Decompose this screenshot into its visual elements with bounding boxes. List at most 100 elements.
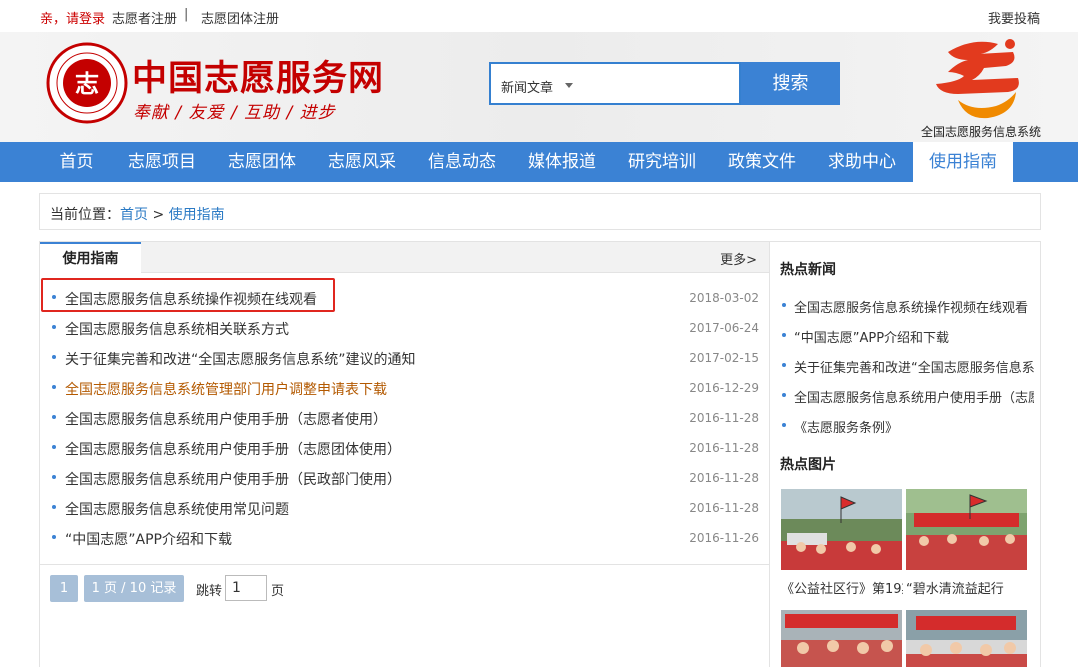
hot-news-item[interactable]: 关于征集完善和改进“全国志愿服务信息系 — [780, 354, 1035, 384]
page-button-current[interactable]: 1 — [50, 575, 78, 602]
list-item[interactable]: 全国志愿服务信息系统用户使用手册（志愿者使用） 2016-11-28 — [40, 403, 769, 433]
svg-text:志: 志 — [75, 70, 99, 98]
hot-news-item[interactable]: 全国志愿服务信息系统用户使用手册（志愿 — [780, 384, 1035, 414]
list-item-title[interactable]: 关于征集完善和改进“全国志愿服务信息系统”建议的通知 — [65, 349, 416, 369]
list-item-date: 2016-11-28 — [689, 441, 759, 455]
login-link[interactable]: 亲，请登录 — [40, 8, 105, 27]
list-item-title[interactable]: 全国志愿服务信息系统管理部门用户调整申请表下载 — [65, 379, 387, 399]
nav-research[interactable]: 研究培训 — [612, 142, 712, 182]
volunteer-emblem-logo[interactable]: 志 — [46, 42, 128, 124]
hot-photo-image[interactable] — [906, 610, 1027, 667]
site-header: 志 中国志愿服务网 奉献 / 友爱 / 互助 / 进步 新闻文章 搜索 全国志愿… — [0, 32, 1078, 142]
hot-news-item[interactable]: “中国志愿”APP介绍和下载 — [780, 324, 1035, 354]
bullet-icon — [52, 325, 56, 329]
hot-photo-caption[interactable]: 《公益社区行》第19期 — [781, 578, 903, 597]
breadcrumb-home[interactable]: 首页 — [120, 207, 148, 223]
breadcrumb-prefix: 当前位置： — [50, 207, 120, 223]
list-item[interactable]: 关于征集完善和改进“全国志愿服务信息系统”建议的通知 2017-02-15 — [40, 343, 769, 373]
hot-photo-image[interactable] — [781, 610, 902, 667]
list-item-title[interactable]: 全国志愿服务信息系统用户使用手册（志愿者使用） — [65, 409, 387, 429]
list-item-date: 2017-02-15 — [689, 351, 759, 365]
nav-media[interactable]: 媒体报道 — [512, 142, 612, 182]
list-item-date: 2016-11-28 — [689, 471, 759, 485]
nav-home[interactable]: 首页 — [41, 142, 112, 182]
nav-groups[interactable]: 志愿团体 — [212, 142, 312, 182]
list-item-date: 2016-12-29 — [689, 381, 759, 395]
site-slogan: 奉献 / 友爱 / 互助 / 进步 — [133, 103, 336, 123]
bullet-icon — [52, 505, 56, 509]
hot-photo-image[interactable] — [906, 489, 1027, 570]
list-item[interactable]: “中国志愿”APP介绍和下载 2016-11-26 — [40, 523, 769, 553]
list-item-title[interactable]: 全国志愿服务信息系统用户使用手册（志愿团体使用） — [65, 439, 401, 459]
breadcrumb-current[interactable]: 使用指南 — [169, 207, 225, 223]
tab-user-guide[interactable]: 使用指南 — [40, 242, 141, 274]
nav-policy[interactable]: 政策文件 — [712, 142, 812, 182]
list-item-date: 2016-11-28 — [689, 411, 759, 425]
bullet-icon — [782, 423, 786, 427]
bullet-icon — [782, 333, 786, 337]
hot-news-title[interactable]: 全国志愿服务信息系统操作视频在线观看 — [794, 297, 1034, 316]
list-item[interactable]: 全国志愿服务信息系统相关联系方式 2017-06-24 — [40, 313, 769, 343]
nav-user-guide[interactable]: 使用指南 — [913, 142, 1013, 182]
list-item-date: 2017-06-24 — [689, 321, 759, 335]
list-item-title[interactable]: 全国志愿服务信息系统相关联系方式 — [65, 319, 289, 339]
bullet-icon — [782, 303, 786, 307]
bullet-icon — [782, 363, 786, 367]
hot-news-item[interactable]: 全国志愿服务信息系统操作视频在线观看 — [780, 294, 1035, 324]
bullet-icon — [52, 415, 56, 419]
list-item[interactable]: 全国志愿服务信息系统使用常见问题 2016-11-28 — [40, 493, 769, 523]
bullet-icon — [52, 475, 56, 479]
group-register-link[interactable]: 志愿团体注册 — [201, 8, 279, 27]
page-summary: 1 页 / 10 记录 — [84, 575, 184, 602]
site-title[interactable]: 中国志愿服务网 — [132, 50, 384, 101]
hot-news-heading: 热点新闻 — [780, 262, 836, 278]
list-item-title[interactable]: 全国志愿服务信息系统使用常见问题 — [65, 499, 289, 519]
topbar-separator: | — [184, 7, 189, 22]
search-category-select[interactable]: 新闻文章 — [501, 77, 553, 96]
hot-news-title[interactable]: 关于征集完善和改进“全国志愿服务信息系 — [794, 357, 1034, 376]
list-item[interactable]: 全国志愿服务信息系统用户使用手册（民政部门使用） 2016-11-28 — [40, 463, 769, 493]
page-unit-label: 页 — [271, 584, 285, 599]
search-input[interactable]: 新闻文章 — [489, 62, 741, 105]
list-item-date: 2018-03-02 — [689, 291, 759, 305]
list-item-date: 2016-11-28 — [689, 501, 759, 515]
volunteer-register-link[interactable]: 志愿者注册 — [112, 8, 177, 27]
nav-projects[interactable]: 志愿项目 — [112, 142, 212, 182]
list-item[interactable]: 全国志愿服务信息系统用户使用手册（志愿团体使用） 2016-11-28 — [40, 433, 769, 463]
more-link[interactable]: 更多> — [720, 249, 757, 268]
bullet-icon — [52, 355, 56, 359]
breadcrumb: 当前位置：首页 > 使用指南 — [39, 193, 1041, 230]
brand-caption: 全国志愿服务信息系统 — [921, 125, 1042, 139]
hot-news-item[interactable]: 《志愿服务条例》 — [780, 414, 1035, 444]
hot-photos-heading: 热点图片 — [780, 457, 836, 473]
nav-showcase[interactable]: 志愿风采 — [312, 142, 412, 182]
hot-photo-image[interactable] — [781, 489, 902, 570]
sidebar: 热点新闻 全国志愿服务信息系统操作视频在线观看 “中国志愿”APP介绍和下载 关… — [770, 241, 1041, 667]
list-item[interactable]: 全国志愿服务信息系统操作视频在线观看 2018-03-02 — [40, 283, 769, 313]
nav-help-center[interactable]: 求助中心 — [812, 142, 912, 182]
jump-label: 跳转 — [196, 584, 223, 599]
bullet-icon — [52, 385, 56, 389]
article-list-panel: 使用指南 更多> 全国志愿服务信息系统操作视频在线观看 2018-03-02 全… — [39, 241, 770, 667]
list-item-date: 2016-11-26 — [689, 531, 759, 545]
top-bar: 亲，请登录 志愿者注册 | 志愿团体注册 我要投稿 — [0, 0, 1078, 32]
hot-news-title[interactable]: 全国志愿服务信息系统用户使用手册（志愿 — [794, 387, 1034, 406]
bullet-icon — [782, 393, 786, 397]
submit-article-link[interactable]: 我要投稿 — [988, 8, 1040, 27]
volunteer-brand-icon — [936, 39, 1019, 119]
search-button[interactable]: 搜索 — [741, 62, 840, 105]
brand-logo[interactable]: 全国志愿服务信息系统 — [918, 32, 1042, 142]
pager-divider — [40, 564, 769, 565]
list-item-title[interactable]: 全国志愿服务信息系统操作视频在线观看 — [65, 289, 317, 309]
hot-photo-caption[interactable]: “碧水清流益起行 — [906, 578, 1028, 597]
main-nav: 首页 志愿项目 志愿团体 志愿风采 信息动态 媒体报道 研究培训 政策文件 求助… — [0, 142, 1078, 182]
bullet-icon — [52, 535, 56, 539]
hot-news-title[interactable]: 《志愿服务条例》 — [794, 417, 1034, 436]
nav-news[interactable]: 信息动态 — [412, 142, 512, 182]
list-item[interactable]: 全国志愿服务信息系统管理部门用户调整申请表下载 2016-12-29 — [40, 373, 769, 403]
breadcrumb-separator: > — [148, 207, 169, 223]
list-item-title[interactable]: 全国志愿服务信息系统用户使用手册（民政部门使用） — [65, 469, 401, 489]
hot-news-title[interactable]: “中国志愿”APP介绍和下载 — [794, 327, 1034, 346]
jump-page-input[interactable]: 1 — [225, 575, 267, 601]
list-item-title[interactable]: “中国志愿”APP介绍和下载 — [65, 529, 232, 549]
